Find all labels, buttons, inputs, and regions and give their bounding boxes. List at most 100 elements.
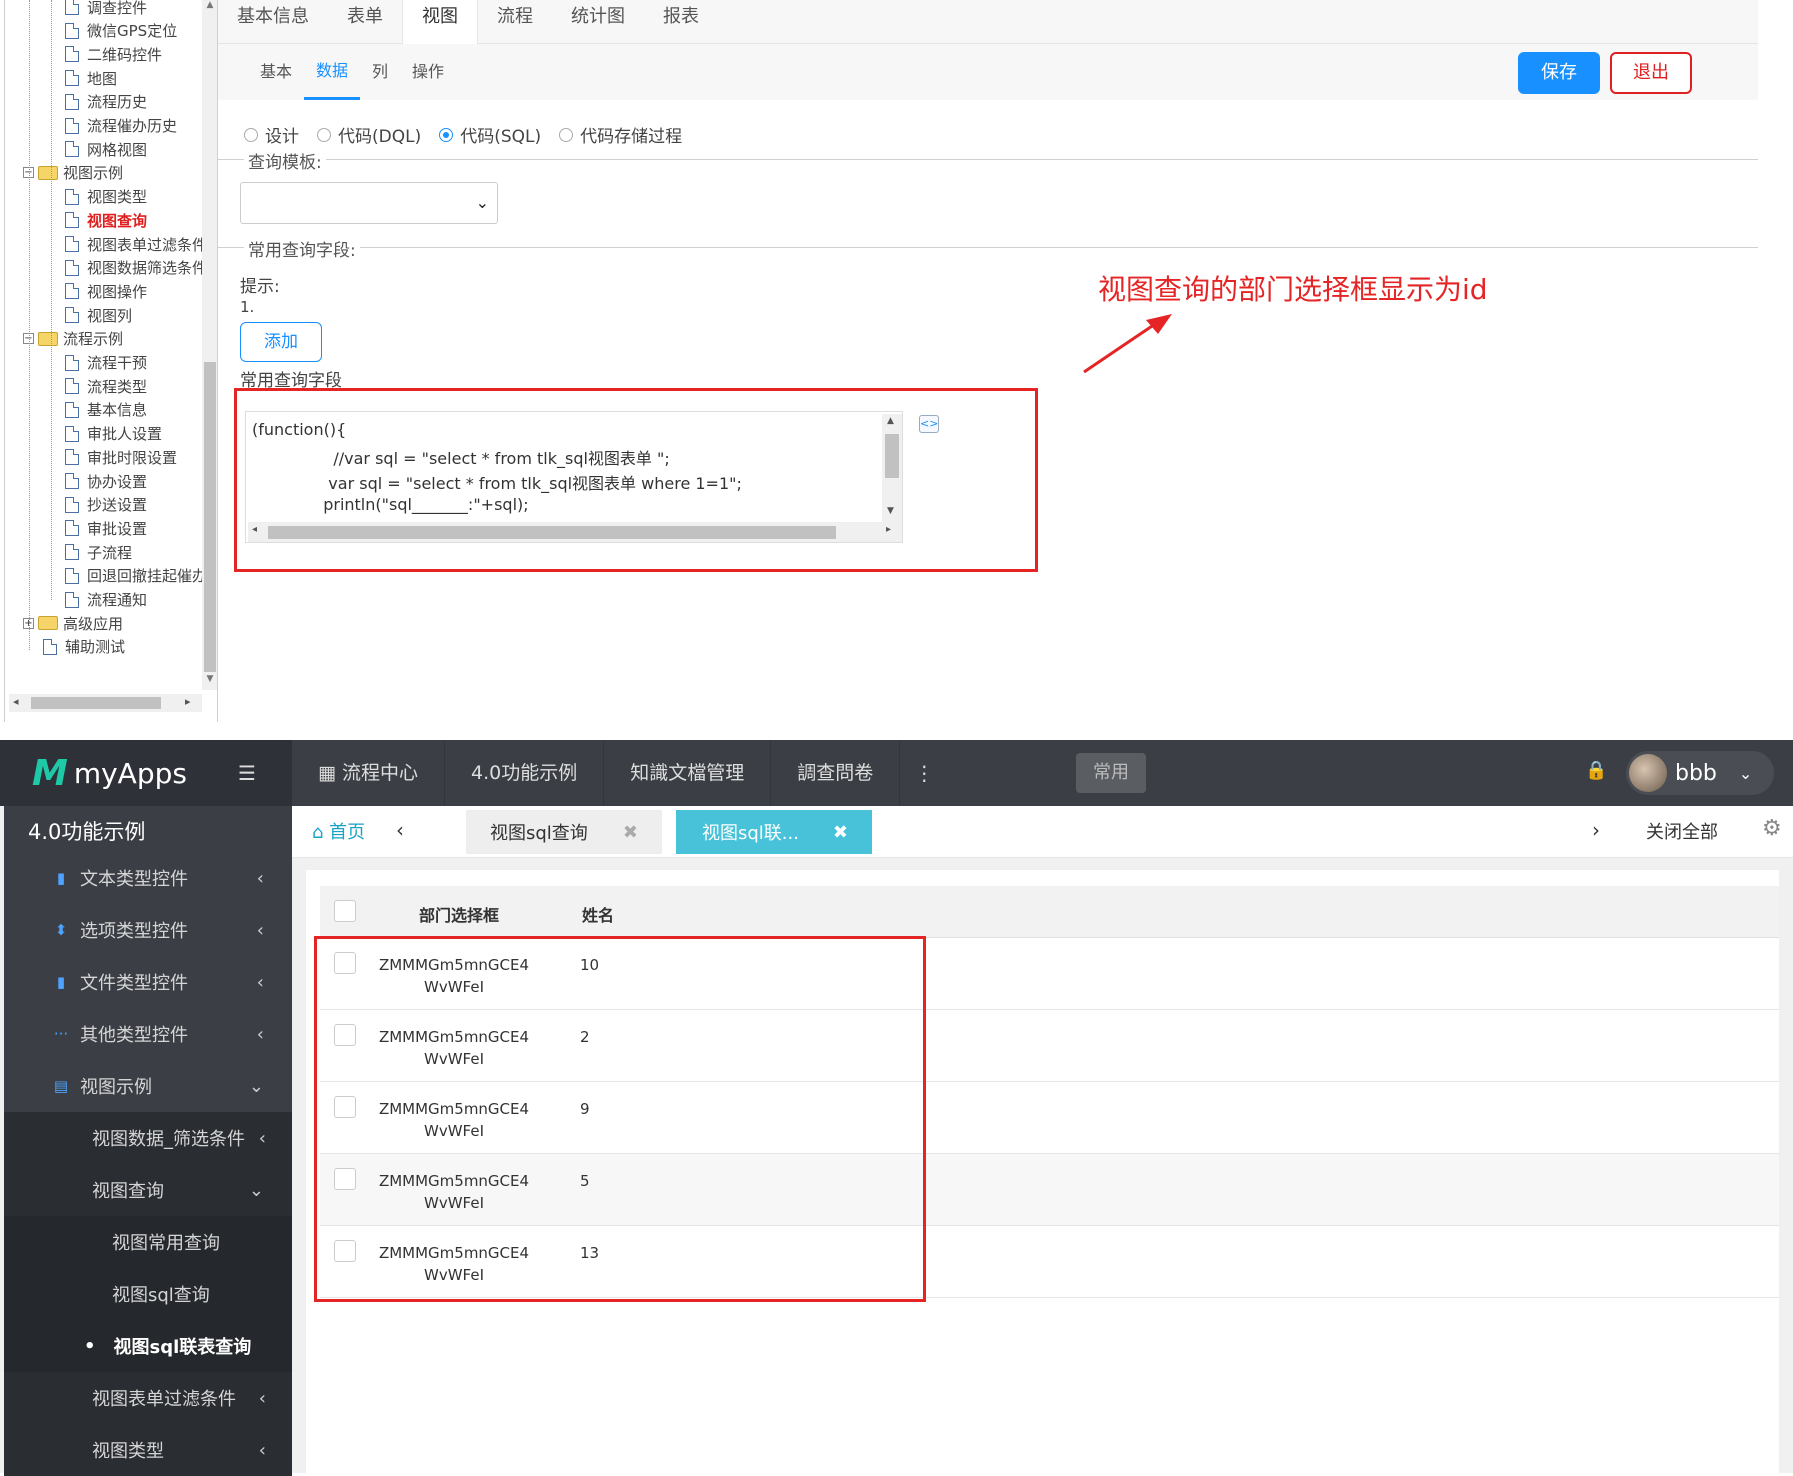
tree-item[interactable]: 视图类型: [65, 186, 147, 208]
scrollbar-thumb[interactable]: [31, 697, 161, 709]
tree-item[interactable]: 流程通知: [65, 589, 147, 611]
tree-item[interactable]: 回退回撤挂起催办: [65, 565, 207, 587]
sidebar-item-view-examples[interactable]: ▤ 视图示例 ⌄: [4, 1060, 292, 1112]
sidebar-item-view-sql-query[interactable]: 视图sql查询: [4, 1268, 292, 1320]
tree-item[interactable]: 视图查询: [65, 209, 147, 231]
subtab-data[interactable]: 数据: [304, 44, 361, 100]
scrollbar-thumb[interactable]: [885, 434, 899, 478]
tab-report[interactable]: 报表: [644, 0, 718, 44]
tree-item[interactable]: 调查控件: [65, 0, 147, 18]
tree-item[interactable]: 流程干预: [65, 352, 147, 374]
tab-scroll-right-icon[interactable]: ›: [1592, 818, 1600, 842]
column-header-department[interactable]: 部门选择框: [419, 902, 499, 926]
sidebar-item-view-query[interactable]: 视图查询 ⌄: [4, 1164, 292, 1216]
tree-item[interactable]: 协办设置: [65, 470, 147, 492]
editor-vertical-scrollbar[interactable]: ▲ ▼: [882, 414, 902, 522]
scroll-right-arrow-icon[interactable]: ▸: [185, 695, 191, 708]
column-header-name[interactable]: 姓名: [582, 902, 614, 926]
close-all-button[interactable]: 关闭全部: [1646, 818, 1718, 844]
lock-icon[interactable]: 🔒: [1585, 760, 1607, 781]
sidebar-item-text-controls[interactable]: ▮ 文本类型控件 ‹: [4, 852, 292, 904]
tab-view[interactable]: 视图: [402, 0, 478, 45]
scrollbar-thumb[interactable]: [204, 362, 216, 672]
tab-view-sql-join-query[interactable]: 视图sql联... ✖: [676, 810, 872, 854]
tree-horizontal-scrollbar[interactable]: ◂ ▸: [9, 694, 202, 712]
tree-item[interactable]: 网格视图: [65, 138, 147, 160]
scroll-down-arrow-icon[interactable]: ▼: [887, 506, 894, 516]
radio-icon[interactable]: [317, 127, 331, 142]
scroll-right-arrow-icon[interactable]: ▸: [886, 524, 891, 535]
mode-procedure-radio[interactable]: 代码存储过程: [559, 122, 682, 147]
topnav-survey[interactable]: 調查問卷: [771, 740, 901, 806]
tab-view-sql-query[interactable]: 视图sql查询 ✖: [466, 810, 662, 854]
tab-home[interactable]: ⌂ 首页: [312, 818, 365, 844]
tree-item[interactable]: 视图操作: [65, 280, 147, 302]
topnav-feature-demo[interactable]: 4.0功能示例: [445, 740, 605, 806]
scroll-down-arrow-icon[interactable]: ▼: [202, 674, 217, 684]
tree-item[interactable]: 视图数据筛选条件: [65, 257, 207, 279]
tree-item[interactable]: 流程历史: [65, 91, 147, 113]
sidebar-item-view-common-query[interactable]: 视图常用查询: [4, 1216, 292, 1268]
tree-item[interactable]: 流程催办历史: [65, 115, 177, 137]
menu-collapse-icon[interactable]: ☰: [238, 763, 262, 783]
scroll-left-arrow-icon[interactable]: ◂: [252, 524, 257, 535]
subtab-basic[interactable]: 基本: [248, 44, 304, 100]
sidebar-item-option-controls[interactable]: ⬍ 选项类型控件 ‹: [4, 904, 292, 956]
tree-item[interactable]: 地图: [65, 67, 117, 89]
tree-item[interactable]: 视图列: [65, 304, 132, 326]
tree-item[interactable]: + 高级应用: [23, 612, 123, 634]
sidebar-item-other-controls[interactable]: ··· 其他类型控件 ‹: [4, 1008, 292, 1060]
scroll-left-arrow-icon[interactable]: ◂: [13, 695, 19, 708]
topnav-knowledge-docs[interactable]: 知識文檔管理: [604, 740, 772, 806]
tab-scroll-left-icon[interactable]: ‹: [396, 818, 404, 842]
user-menu[interactable]: bbb ⌄: [1626, 751, 1774, 795]
tree-item[interactable]: 审批时限设置: [65, 446, 177, 468]
scroll-up-arrow-icon[interactable]: ▲: [887, 416, 894, 426]
tree-item[interactable]: 辅助测试: [43, 636, 125, 658]
radio-icon[interactable]: [244, 127, 258, 142]
sidebar-item-view-type[interactable]: 视图类型 ‹: [4, 1424, 292, 1476]
exit-button[interactable]: 退出: [1610, 52, 1692, 94]
save-button[interactable]: 保存: [1518, 52, 1600, 94]
sql-code-editor[interactable]: (function(){ //var sql = "select * from …: [245, 411, 903, 543]
tree-item[interactable]: 流程类型: [65, 375, 147, 397]
radio-icon[interactable]: [559, 127, 574, 142]
tab-chart[interactable]: 统计图: [552, 0, 644, 44]
select-all-checkbox[interactable]: [334, 900, 356, 922]
mode-sql-radio[interactable]: 代码(SQL): [439, 122, 541, 147]
tree-item[interactable]: − 视图示例: [23, 162, 123, 184]
tree-item[interactable]: 二维码控件: [65, 43, 162, 65]
tab-basic-info[interactable]: 基本信息: [218, 0, 328, 44]
tree-item[interactable]: − 流程示例: [23, 328, 123, 350]
sidebar-item-view-data-filter[interactable]: 视图数据_筛选条件 ‹: [4, 1112, 292, 1164]
close-icon[interactable]: ✖: [833, 822, 848, 843]
expand-editor-icon[interactable]: <>: [919, 415, 939, 433]
topnav-flow-center[interactable]: ▦ 流程中心: [292, 740, 446, 806]
tree-item[interactable]: 微信GPS定位: [65, 20, 177, 42]
scroll-up-arrow-icon[interactable]: ▲: [202, 0, 217, 10]
tab-form[interactable]: 表单: [328, 0, 402, 44]
subtab-actions[interactable]: 操作: [400, 44, 456, 100]
add-button[interactable]: 添加: [240, 322, 322, 362]
subtab-columns[interactable]: 列: [360, 44, 400, 100]
tree-item[interactable]: 子流程: [65, 541, 132, 563]
gear-icon[interactable]: ⚙: [1762, 816, 1782, 841]
sidebar-item-view-sql-join-query[interactable]: • 视图sql联表查询: [4, 1320, 292, 1372]
editor-horizontal-scrollbar[interactable]: ◂ ▸: [248, 522, 902, 542]
sidebar-item-file-controls[interactable]: ▮ 文件类型控件 ‹: [4, 956, 292, 1008]
tree-item[interactable]: 基本信息: [65, 399, 147, 421]
mode-design-radio[interactable]: 设计: [244, 122, 299, 147]
tree-item[interactable]: 审批设置: [65, 517, 147, 539]
common-button[interactable]: 常用: [1076, 753, 1146, 793]
tree-item[interactable]: 审批人设置: [65, 423, 162, 445]
more-vertical-icon[interactable]: ⋮: [900, 740, 948, 806]
close-icon[interactable]: ✖: [623, 822, 638, 843]
scrollbar-thumb[interactable]: [268, 526, 836, 539]
radio-checked-icon[interactable]: [439, 127, 454, 142]
tab-flow[interactable]: 流程: [478, 0, 552, 44]
tree-item[interactable]: 抄送设置: [65, 494, 147, 516]
sidebar-item-view-form-filter[interactable]: 视图表单过滤条件 ‹: [4, 1372, 292, 1424]
tree-item[interactable]: 视图表单过滤条件: [65, 233, 207, 255]
mode-dql-radio[interactable]: 代码(DQL): [317, 122, 421, 147]
query-template-select[interactable]: ⌄: [240, 182, 498, 224]
